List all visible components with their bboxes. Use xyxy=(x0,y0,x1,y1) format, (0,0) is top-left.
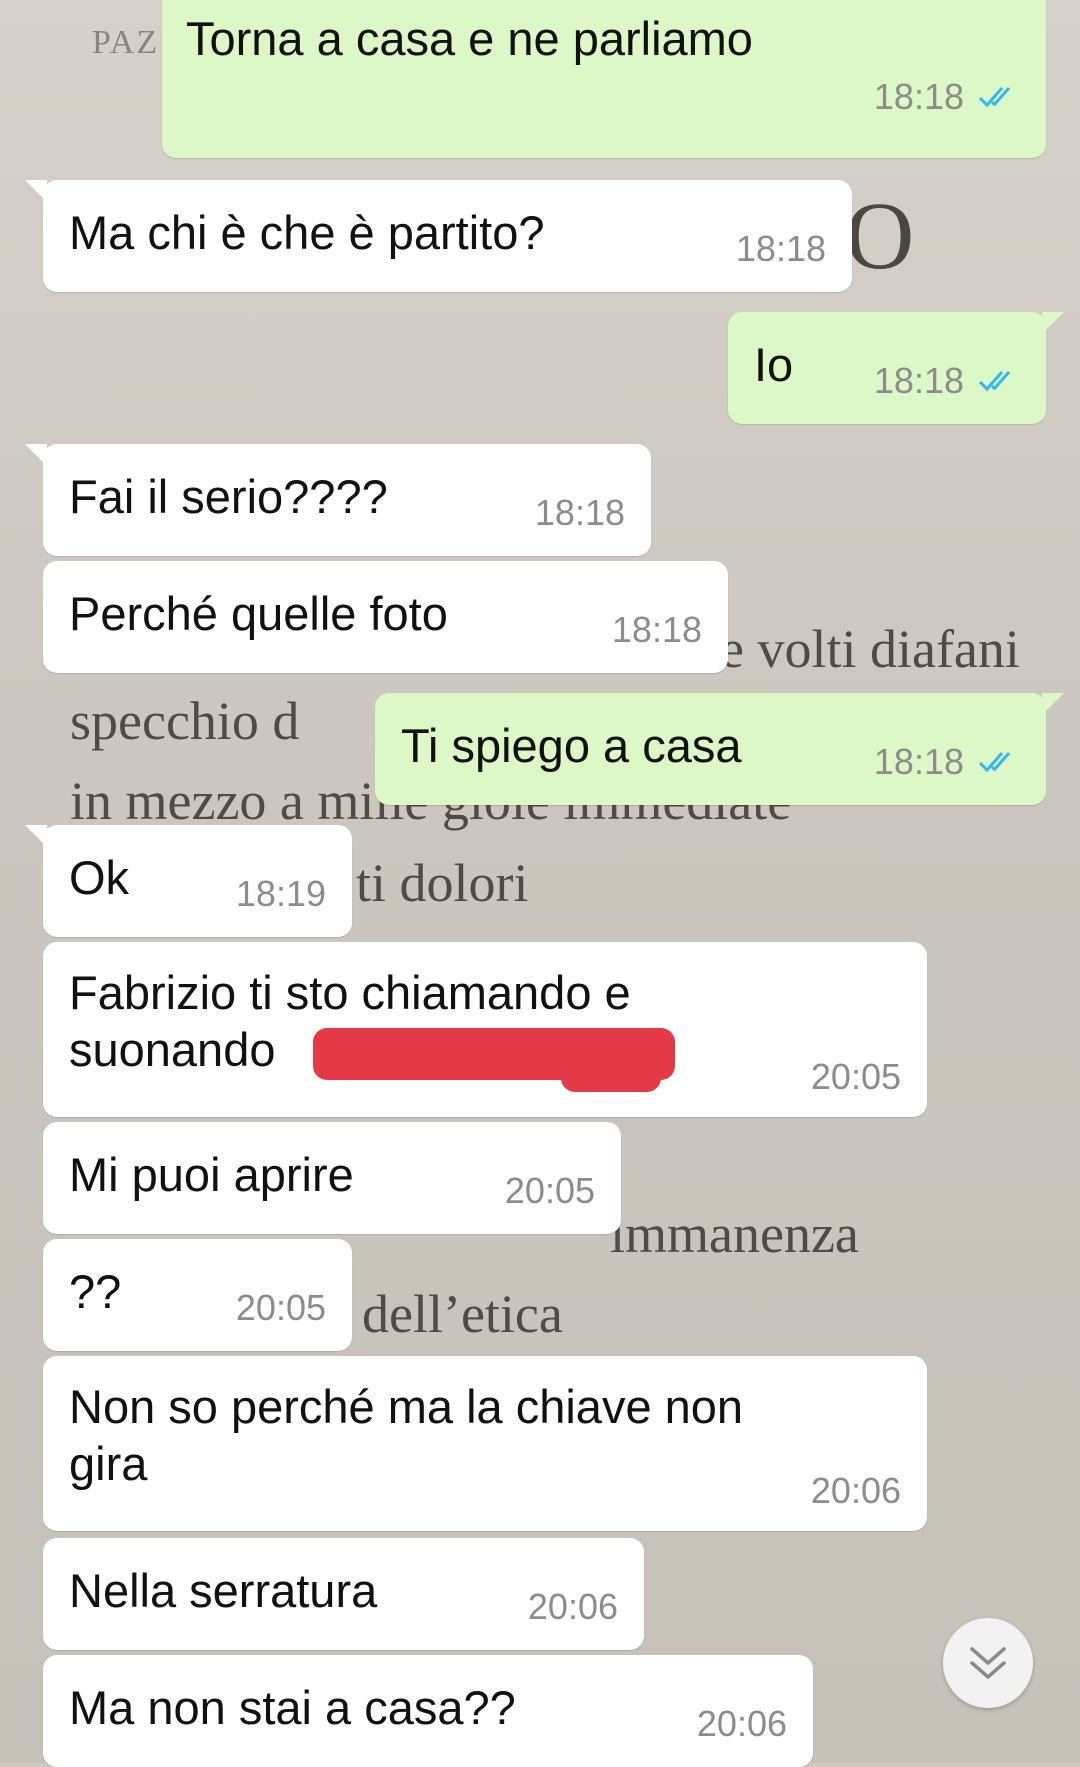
message-bubble-incoming[interactable]: ?? 20:05 xyxy=(43,1239,352,1351)
message-time: 18:18 xyxy=(873,360,964,401)
message-bubble-incoming[interactable]: Ok 18:19 xyxy=(25,825,352,937)
message-text: Fai il serio???? xyxy=(69,470,388,523)
message-text: Io xyxy=(754,338,794,391)
chat-thread[interactable]: Torna a casa e ne parliamo 18:18 Ma chi … xyxy=(0,0,1080,1767)
double-check-icon xyxy=(978,371,1011,392)
message-time: 18:18 xyxy=(534,492,625,533)
redaction-mark xyxy=(561,1058,661,1092)
message-bubble-incoming[interactable]: Ma non stai a casa?? 20:06 xyxy=(43,1655,813,1767)
message-bubble-incoming[interactable]: Perché quelle foto 18:18 xyxy=(43,561,728,673)
message-time: 20:06 xyxy=(527,1586,618,1627)
message-text: Ti spiego a casa xyxy=(401,719,742,772)
message-text: ?? xyxy=(69,1265,122,1318)
message-time: 18:18 xyxy=(735,228,826,269)
message-time: 18:18 xyxy=(873,76,964,117)
double-check-icon xyxy=(978,752,1011,773)
message-time: 20:05 xyxy=(504,1170,595,1211)
message-text: Mi puoi aprire xyxy=(69,1148,354,1201)
message-text: Ma chi è che è partito? xyxy=(69,206,545,259)
message-bubble-incoming[interactable]: Mi puoi aprire 20:05 xyxy=(43,1122,621,1234)
message-text: Non so perché ma la chiave non gira xyxy=(69,1380,744,1490)
scroll-to-bottom-button[interactable] xyxy=(943,1618,1033,1708)
message-bubble-outgoing[interactable]: Io 18:18 xyxy=(728,312,1064,424)
message-time: 20:06 xyxy=(810,1470,901,1511)
message-time: 18:19 xyxy=(235,873,326,914)
message-time: 18:18 xyxy=(611,609,702,650)
message-time: 20:06 xyxy=(696,1703,787,1744)
message-bubble-incoming[interactable]: Fabrizio ti sto chiamando e suonando 20:… xyxy=(43,942,927,1117)
message-text: Ma non stai a casa?? xyxy=(69,1681,516,1734)
message-bubble-outgoing[interactable]: Torna a casa e ne parliamo 18:18 xyxy=(162,0,1046,158)
chevrons-down-icon xyxy=(970,1647,1006,1679)
message-text: Perché quelle foto xyxy=(69,587,448,640)
message-text: Nella serratura xyxy=(69,1564,378,1617)
message-bubble-incoming[interactable]: Non so perché ma la chiave non gira 20:0… xyxy=(43,1356,927,1531)
message-text: Torna a casa e ne parliamo xyxy=(186,12,753,65)
message-bubble-incoming[interactable]: Ma chi è che è partito? 18:18 xyxy=(25,180,852,292)
message-time: 18:18 xyxy=(873,741,964,782)
message-time: 20:05 xyxy=(235,1287,326,1328)
message-bubble-outgoing[interactable]: Ti spiego a casa 18:18 xyxy=(375,693,1064,805)
message-bubble-incoming[interactable]: Fai il serio???? 18:18 xyxy=(25,444,651,556)
message-text: Ok xyxy=(69,851,130,904)
message-bubble-incoming[interactable]: Nella serratura 20:06 xyxy=(43,1538,644,1650)
double-check-icon xyxy=(978,87,1011,108)
message-time: 20:05 xyxy=(810,1056,901,1097)
